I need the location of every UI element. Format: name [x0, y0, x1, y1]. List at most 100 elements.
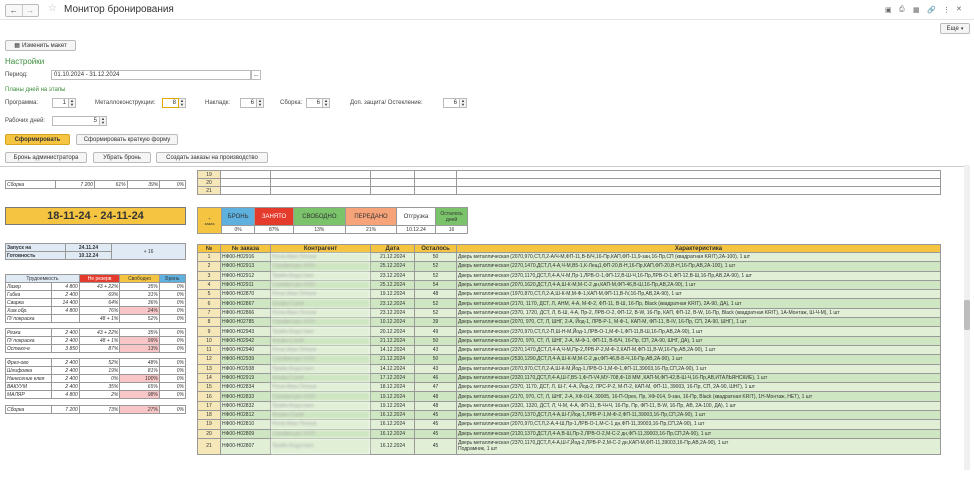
characteristic-text: Дверь металлическая (2370,970,СТ,Л,2-П,Ш… — [458, 328, 703, 335]
stepper-arrows-icon[interactable]: ▲ ▼ — [460, 98, 467, 108]
order-row[interactable]: 13 НФ00-Н02938 Прайм Индустрия 14.12.2024 43… — [197, 363, 941, 374]
order-id[interactable]: НФ00-Н02834 — [220, 382, 271, 393]
order-id[interactable]: НФ00-Н02912 — [220, 270, 271, 281]
history-nav: ← → — [5, 4, 39, 17]
stepper-arrows-icon[interactable]: ▲ ▼ — [100, 116, 107, 126]
order-row[interactable]: 21 НФ00-Н02807 Прайм Индустрия 16.12.2024 45… — [197, 437, 941, 455]
counterparty: Стройресурс ООО — [270, 428, 371, 439]
order-id[interactable]: НФ00-Н02911 — [220, 279, 271, 291]
orders-cell: + заказ — [197, 207, 222, 234]
form-short-button[interactable]: Сформировать краткую форму — [76, 134, 178, 145]
protection-value[interactable]: 6 — [443, 98, 460, 108]
order-id[interactable]: НФ00-Н02867 — [220, 298, 271, 309]
overlay-stepper[interactable]: 6 ▲ ▼ — [240, 98, 264, 108]
overlay-value[interactable]: 6 — [240, 98, 257, 108]
workdays-stepper[interactable]: 5 ▲ ▼ — [52, 116, 107, 126]
remove-booking-button[interactable]: Убрать бронь — [93, 152, 151, 163]
order-row[interactable]: 8 НФ00-Н02785 Стройресурс ООО 10.12.2024 39 Д… — [197, 317, 941, 328]
order-row[interactable]: 9 НФ00-Н02943 Прайм Индустрия 20.12.2024 49 Д… — [197, 326, 941, 337]
print-icon[interactable]: ⎙ — [899, 6, 905, 14]
order-id[interactable]: НФ00-Н02943 — [220, 326, 271, 337]
order-row[interactable]: 12 НФ00-Н02939 Стройресурс ООО 21.12.2024 50… — [197, 354, 941, 365]
order-row[interactable]: 2 НФ00-Н02913 Стройресурс ООО 25.12.2024 52 Д… — [197, 261, 941, 272]
admin-booking-button[interactable]: Бронь администратора — [5, 152, 87, 163]
capacity-value: 31% — [119, 290, 160, 299]
characteristic: Дверь металлическая (2370,970,СТ,Л,2-П,Ш… — [456, 326, 941, 337]
order-date: 16.12.2024 — [370, 419, 415, 430]
order-id[interactable]: НФ00-Н02866 — [220, 307, 271, 319]
order-row[interactable]: 15 НФ00-Н02834 Рогов Иван Петров 18.12.2024… — [197, 382, 941, 393]
program-stepper[interactable]: 1 ▲ ▼ — [52, 98, 76, 108]
characteristic-text: Дверь металлическая (1970,870,СТ,Л,2-А,Ш… — [458, 291, 682, 298]
program-label: Программа: — [5, 100, 39, 106]
back-arrow-icon[interactable]: ← — [6, 5, 22, 16]
order-id[interactable]: НФ00-Н02807 — [220, 437, 271, 455]
change-layout-button[interactable]: ▦ Изменить макет — [5, 40, 76, 51]
create-orders-button[interactable]: Создать заказы на производство — [156, 152, 268, 163]
more-actions-icon[interactable]: ⋮ — [943, 6, 950, 14]
order-id[interactable]: НФ00-Н02919 — [220, 372, 271, 384]
status-value-row: 0% 87% 13% 21% 10.12.24 16 — [198, 225, 468, 234]
order-id[interactable]: НФ00-Н02809 — [220, 428, 271, 439]
table-icon[interactable]: ▦ — [913, 6, 920, 14]
stepper-arrows-icon[interactable]: ▲ ▼ — [69, 98, 76, 108]
forward-arrow-icon[interactable]: → — [21, 5, 39, 16]
table-row: 20 — [197, 178, 941, 187]
order-id[interactable]: НФ00-Н02916 — [220, 251, 271, 263]
characteristic: Дверь металлическая (2320,1170,ДСТ,Л,4-А… — [456, 372, 941, 384]
order-row[interactable]: 14 НФ00-Н02919 Альфа-Строй 17.12.2024 46 Двер… — [197, 372, 941, 384]
order-row[interactable]: 20 НФ00-Н02809 Стройресурс ООО 16.12.2024 45… — [197, 428, 941, 439]
close-icon[interactable]: ✕ — [956, 5, 962, 13]
more-button[interactable]: Еще ▾ — [940, 23, 970, 34]
order-id[interactable]: НФ00-Н02810 — [220, 419, 271, 430]
stepper-arrows-icon[interactable]: ▲ ▼ — [257, 98, 264, 108]
capacity-row: ВАКУУМ 2 400 35% 65% 0% — [5, 382, 187, 391]
characteristic: Дверь металлическая (2530,1290,ДСТ,Л,4-А… — [456, 354, 941, 365]
stage-name: Фрез-ово — [5, 358, 52, 367]
order-row[interactable]: 11 НФ00-Н02940 Рогов Иван Петров 14.12.2024… — [197, 344, 941, 356]
order-id[interactable]: НФ00-Н02785 — [220, 317, 271, 328]
order-row[interactable]: 3 НФ00-Н02912 Прайм Индустрия 23.12.2024 52 Д… — [197, 270, 941, 281]
assembly-stepper[interactable]: 6 ▲ ▼ — [306, 98, 330, 108]
period-input[interactable]: 01.10.2024 - 31.12.2024 — [51, 70, 251, 80]
order-row[interactable]: 5 НФ00-Н02870 Рогов Иван Петров 19.12.2024 4… — [197, 289, 941, 300]
days-left: 49 — [414, 326, 457, 337]
protection-stepper[interactable]: 6 ▲ ▼ — [443, 98, 467, 108]
form-button[interactable]: Сформировать — [5, 134, 70, 145]
order-id[interactable]: НФ00-Н02939 — [220, 354, 271, 365]
order-row[interactable]: 16 НФ00-Н02833 Стройресурс ООО 19.12.2024 48… — [197, 391, 941, 402]
order-row[interactable]: 18 НФ00-Н02812 Альфа-Строй 16.12.2024 45 Двер… — [197, 410, 941, 421]
order-row[interactable]: 6 НФ00-Н02867 Альфа-Строй 23.12.2024 52 Дверь… — [197, 298, 941, 309]
order-id[interactable]: НФ00-Н02870 — [220, 289, 271, 300]
order-row[interactable]: 4 НФ00-Н02911 Стройресурс ООО 25.12.2024 54 Д… — [197, 279, 941, 291]
counterparty: Альфа-Строй — [270, 372, 371, 384]
order-id[interactable]: НФ00-Н02938 — [220, 363, 271, 374]
order-row[interactable]: 17 НФ00-Н02832 Прайм Индустрия 19.12.2024 48… — [197, 400, 941, 412]
order-id[interactable]: НФ00-Н02913 — [220, 261, 271, 272]
stepper-arrows-icon[interactable]: ▲ ▼ — [323, 98, 330, 108]
order-id[interactable]: НФ00-Н02940 — [220, 344, 271, 356]
workdays-value[interactable]: 5 — [52, 116, 100, 126]
order-id[interactable]: НФ00-Н02832 — [220, 400, 271, 412]
order-row[interactable]: 7 НФ00-Н02866 Рогов Иван Петров 23.12.2024 5… — [197, 307, 941, 319]
order-id[interactable]: НФ00-Н02833 — [220, 391, 271, 402]
program-value[interactable]: 1 — [52, 98, 69, 108]
launch-date: 24.11.24 — [65, 243, 112, 252]
assembly-value[interactable]: 6 — [306, 98, 323, 108]
title-bar: ← → ☆ Монитор бронирования ▣ ⎙ ▦ 🔗 ⋮ ✕ — [0, 0, 974, 20]
metal-value[interactable]: 8 — [162, 98, 179, 108]
stepper-arrows-icon[interactable]: ▲ ▼ — [179, 98, 186, 108]
save-icon[interactable]: ▣ — [885, 6, 892, 14]
order-row[interactable]: 1 НФ00-Н02916 Рогов Иван Петров 21.12.2024 5… — [197, 251, 941, 263]
period-picker-button[interactable]: ... — [251, 70, 261, 80]
metal-stepper[interactable]: 8 ▲ ▼ — [162, 98, 186, 108]
order-id[interactable]: НФ00-Н02812 — [220, 410, 271, 421]
status-value: 0% — [220, 225, 256, 234]
favorite-star-icon[interactable]: ☆ — [48, 3, 57, 14]
order-row[interactable]: 10 НФ00-Н02942 Альфа-Строй 21.12.2024 50 Двер… — [197, 335, 941, 346]
scrollbar-thumb[interactable] — [964, 300, 970, 330]
order-id[interactable]: НФ00-Н02942 — [220, 335, 271, 346]
link-icon[interactable]: 🔗 — [927, 6, 936, 14]
order-row[interactable]: 19 НФ00-Н02810 Рогов Иван Петров 16.12.2024… — [197, 419, 941, 430]
days-left: 52 — [414, 261, 457, 272]
